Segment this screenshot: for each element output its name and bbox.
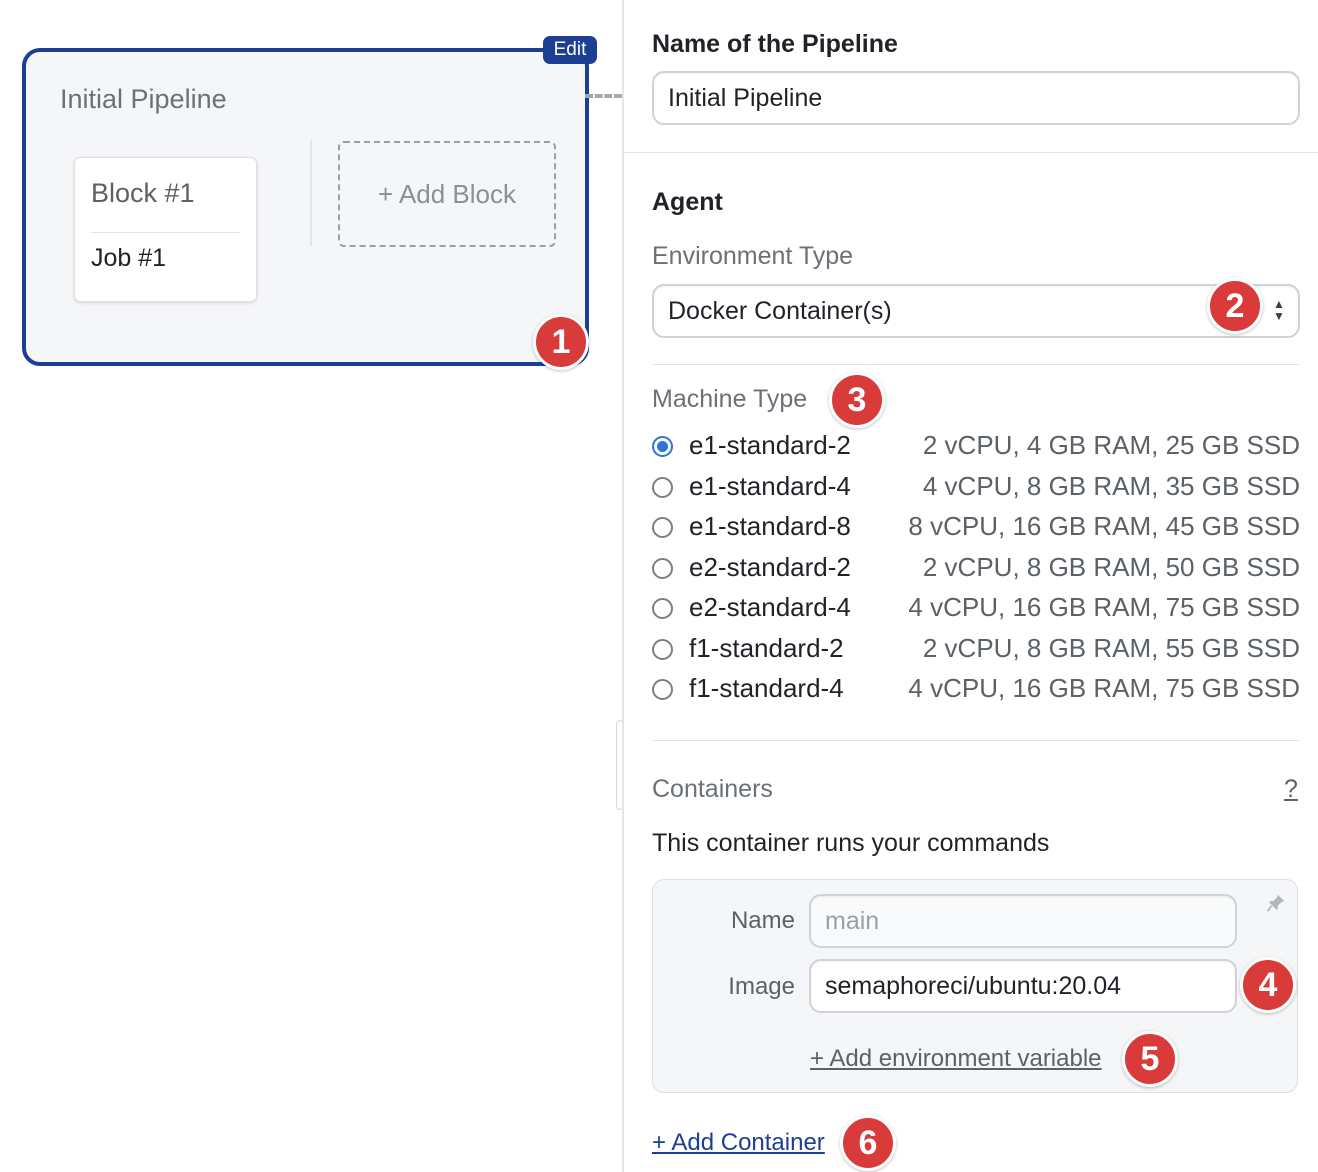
- machine-type-name: f1-standard-4: [689, 673, 844, 703]
- environment-type-select[interactable]: Docker Container(s) ▲ ▼: [652, 284, 1300, 338]
- step-badge-6: 6: [840, 1115, 896, 1171]
- radio-icon[interactable]: [652, 639, 673, 660]
- machine-type-spec: 4 vCPU, 8 GB RAM, 35 GB SSD: [922, 471, 1300, 501]
- machine-type-spec: 4 vCPU, 16 GB RAM, 75 GB SSD: [908, 592, 1300, 622]
- pipeline-card-title: Initial Pipeline: [60, 84, 227, 114]
- container-name-input[interactable]: main: [809, 894, 1237, 948]
- machine-type-name: e1-standard-8: [689, 511, 851, 541]
- machine-type-name: e2-standard-2: [689, 552, 851, 582]
- block-title: Block #1: [91, 178, 195, 208]
- machine-type-option[interactable]: e1-standard-2 2 vCPU, 4 GB RAM, 25 GB SS…: [652, 428, 1300, 468]
- section-divider: [652, 740, 1300, 741]
- radio-icon[interactable]: [652, 558, 673, 579]
- machine-type-spec: 2 vCPU, 8 GB RAM, 55 GB SSD: [922, 633, 1300, 663]
- pipeline-name-input[interactable]: Initial Pipeline: [652, 71, 1300, 125]
- pipeline-connector: [585, 94, 622, 98]
- machine-type-option[interactable]: e1-standard-4 4 vCPU, 8 GB RAM, 35 GB SS…: [652, 469, 1300, 509]
- radio-icon[interactable]: [652, 477, 673, 498]
- agent-heading: Agent: [652, 188, 723, 216]
- environment-type-label: Environment Type: [652, 242, 854, 270]
- machine-type-name: e1-standard-4: [689, 471, 851, 501]
- pin-icon[interactable]: [1265, 892, 1287, 914]
- machine-type-label: Machine Type: [652, 385, 808, 413]
- block-divider: [91, 232, 240, 233]
- machine-type-name: f1-standard-2: [689, 633, 844, 663]
- container-card: Name main Image semaphoreci/ubuntu:20.04…: [652, 879, 1298, 1093]
- machine-type-option[interactable]: e2-standard-4 4 vCPU, 16 GB RAM, 75 GB S…: [652, 590, 1300, 630]
- block-card[interactable]: Block #1 Job #1: [74, 157, 257, 302]
- section-divider: [624, 152, 1318, 153]
- step-badge-3: 3: [829, 372, 885, 428]
- step-badge-1: 1: [533, 314, 589, 370]
- machine-type-option[interactable]: e1-standard-8 8 vCPU, 16 GB RAM, 45 GB S…: [652, 509, 1300, 549]
- settings-panel: Name of the Pipeline Initial Pipeline Ag…: [622, 0, 1318, 1172]
- container-image-label: Image: [728, 973, 795, 1000]
- radio-icon[interactable]: [652, 517, 673, 538]
- environment-type-value: Docker Container(s): [668, 297, 892, 325]
- machine-type-option[interactable]: f1-standard-2 2 vCPU, 8 GB RAM, 55 GB SS…: [652, 631, 1300, 671]
- machine-type-spec: 8 vCPU, 16 GB RAM, 45 GB SSD: [908, 511, 1300, 541]
- machine-type-name: e2-standard-4: [689, 592, 851, 622]
- pipeline-card[interactable]: Initial Pipeline Block #1 Job #1 + Add B…: [22, 48, 589, 366]
- step-badge-4: 4: [1240, 957, 1296, 1013]
- machine-type-spec: 4 vCPU, 16 GB RAM, 75 GB SSD: [908, 673, 1300, 703]
- add-block-button[interactable]: + Add Block: [338, 141, 556, 247]
- step-badge-2: 2: [1207, 278, 1263, 334]
- radio-selected-icon[interactable]: [652, 436, 673, 457]
- machine-type-option[interactable]: e2-standard-2 2 vCPU, 8 GB RAM, 50 GB SS…: [652, 550, 1300, 590]
- select-arrows-icon: ▲ ▼: [1273, 297, 1285, 323]
- containers-description: This container runs your commands: [652, 829, 1050, 857]
- machine-type-spec: 2 vCPU, 4 GB RAM, 25 GB SSD: [922, 430, 1300, 460]
- machine-type-spec: 2 vCPU, 8 GB RAM, 50 GB SSD: [922, 552, 1300, 582]
- radio-icon[interactable]: [652, 679, 673, 700]
- pipeline-name-label: Name of the Pipeline: [652, 30, 898, 58]
- radio-icon[interactable]: [652, 598, 673, 619]
- step-badge-5: 5: [1122, 1031, 1178, 1087]
- containers-label: Containers: [652, 775, 773, 803]
- edit-tag[interactable]: Edit: [543, 36, 597, 64]
- container-image-input[interactable]: semaphoreci/ubuntu:20.04: [809, 959, 1237, 1013]
- container-name-label: Name: [730, 907, 795, 934]
- machine-type-name: e1-standard-2: [689, 430, 851, 460]
- help-link[interactable]: ?: [1284, 775, 1298, 804]
- section-divider: [652, 364, 1300, 365]
- add-container-link[interactable]: + Add Container: [652, 1129, 825, 1157]
- machine-type-option[interactable]: f1-standard-4 4 vCPU, 16 GB RAM, 75 GB S…: [652, 671, 1300, 711]
- add-environment-variable-link[interactable]: + Add environment variable: [810, 1045, 1102, 1073]
- block-separator: [310, 140, 312, 246]
- block-job: Job #1: [91, 244, 167, 272]
- workflow-canvas: Initial Pipeline Block #1 Job #1 + Add B…: [0, 0, 622, 1172]
